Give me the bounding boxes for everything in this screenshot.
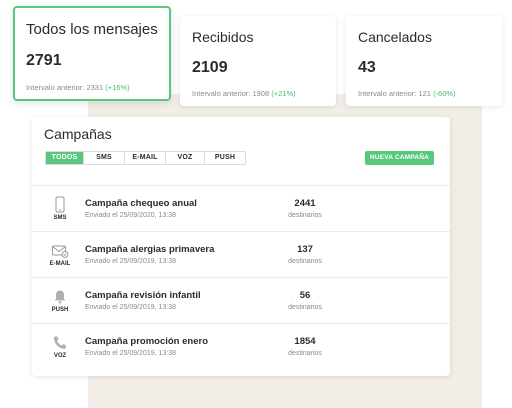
campaign-row[interactable]: E-MAIL Campaña alergias primavera Enviad… — [32, 231, 450, 277]
handset-icon — [53, 336, 66, 349]
filter-tabs: TODOS SMS E-MAIL VOZ PUSH — [45, 151, 246, 165]
filter-tab-push[interactable]: PUSH — [205, 152, 245, 164]
campaign-type: E-MAIL — [49, 261, 71, 267]
stat-card-cancelled[interactable]: Cancelados 43 Intervalo anterior: 121 (-… — [346, 16, 502, 106]
campaign-type: SMS — [53, 215, 67, 221]
email-icon — [52, 245, 69, 258]
filter-tab-voice[interactable]: VOZ — [166, 152, 205, 164]
stat-title: Cancelados — [358, 29, 432, 45]
campaign-recipient-label: destinarios — [288, 350, 322, 357]
stat-title: Recibidos — [192, 29, 254, 45]
filter-tab-sms[interactable]: SMS — [84, 152, 125, 164]
campaign-date: Enviado el 25/09/2019, 13:38 — [85, 350, 177, 357]
new-campaign-button[interactable]: NUEVA CAMPAÑA — [365, 151, 434, 165]
campaign-recipient-label: destinarios — [288, 258, 322, 265]
campaign-recipient-label: destinarios — [288, 304, 322, 311]
campaign-name: Campaña alergias primavera — [85, 244, 215, 255]
bell-icon — [54, 290, 66, 304]
campaign-date: Enviado el 25/09/2019, 13:38 — [85, 258, 177, 265]
campaign-recipient-count: 56 — [299, 290, 311, 301]
phone-icon — [55, 196, 65, 213]
campaign-recipient-label: destinarios — [288, 212, 322, 219]
stat-title: Todos los mensajes — [26, 21, 158, 38]
stat-previous: Intervalo anterior: 1908 (+21%) — [192, 89, 296, 98]
stat-value: 2109 — [192, 59, 228, 76]
campaign-type: VOZ — [53, 353, 67, 359]
stat-previous-label: Intervalo anterior: 1908 — [192, 89, 270, 98]
campaign-type: PUSH — [51, 307, 69, 313]
stat-previous: Intervalo anterior: 121 (-60%) — [358, 89, 456, 98]
campaign-list: SMS Campaña chequeo anual Enviado el 25/… — [32, 185, 450, 369]
campaign-row[interactable]: SMS Campaña chequeo anual Enviado el 25/… — [32, 185, 450, 231]
campaign-name: Campaña chequeo anual — [85, 198, 197, 209]
campaigns-title: Campañas — [44, 126, 112, 142]
stat-delta: (+16%) — [105, 83, 130, 92]
stat-value: 43 — [358, 59, 376, 76]
campaign-row[interactable]: VOZ Campaña promoción enero Enviado el 2… — [32, 323, 450, 369]
campaign-date: Enviado el 25/09/2020, 13:38 — [85, 212, 177, 219]
campaign-row[interactable]: PUSH Campaña revisión infantil Enviado e… — [32, 277, 450, 323]
stat-card-received[interactable]: Recibidos 2109 Intervalo anterior: 1908 … — [180, 16, 336, 106]
filter-tab-email[interactable]: E-MAIL — [125, 152, 166, 164]
stat-card-all-messages[interactable]: Todos los mensajes 2791 Intervalo anteri… — [13, 6, 171, 101]
filter-tab-all[interactable]: TODOS — [46, 152, 84, 164]
campaign-recipient-count: 137 — [297, 244, 313, 255]
campaign-recipient-count: 2441 — [294, 198, 316, 209]
stat-previous-label: Intervalo anterior: 2331 — [26, 83, 104, 92]
campaign-date: Enviado el 25/09/2019, 13:38 — [85, 304, 177, 311]
stat-previous: Intervalo anterior: 2331 (+16%) — [26, 83, 130, 92]
campaign-recipient-count: 1854 — [294, 336, 316, 347]
stat-delta: (+21%) — [271, 89, 296, 98]
stat-value: 2791 — [26, 52, 62, 69]
campaigns-card: Campañas TODOS SMS E-MAIL VOZ PUSH NUEVA… — [32, 117, 450, 376]
stat-previous-label: Intervalo anterior: 121 — [358, 89, 431, 98]
campaign-name: Campaña promoción enero — [85, 336, 208, 347]
campaign-name: Campaña revisión infantil — [85, 290, 201, 301]
stat-delta: (-60%) — [433, 89, 456, 98]
